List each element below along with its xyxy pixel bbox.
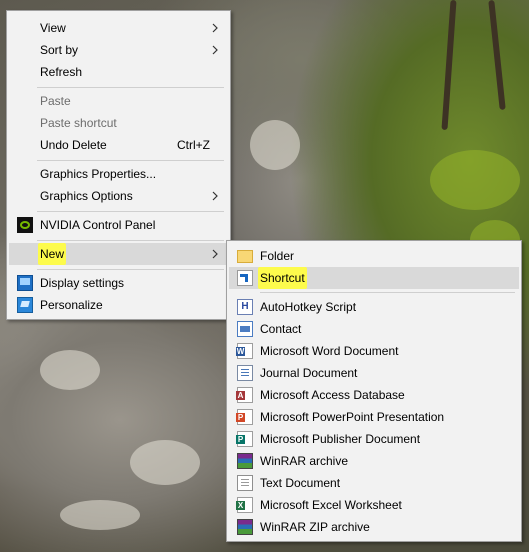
menu-item-label: Graphics Options (40, 189, 133, 203)
menu-item-label: NVIDIA Control Panel (40, 218, 156, 232)
winrar-icon (237, 453, 253, 469)
display-settings-icon (17, 275, 33, 291)
menu-item-undo-delete[interactable]: Undo Delete Ctrl+Z (9, 134, 228, 156)
menu-item-label: Folder (260, 249, 295, 263)
chevron-right-icon (212, 23, 218, 33)
winrar-zip-icon (237, 519, 253, 535)
menu-item-label: Shortcut (258, 267, 307, 289)
menu-item-label: WinRAR ZIP archive (260, 520, 370, 534)
chevron-right-icon (212, 191, 218, 201)
menu-item-label: WinRAR archive (260, 454, 349, 468)
menu-item-personalize[interactable]: Personalize (9, 294, 228, 316)
submenu-item-journal-document[interactable]: Journal Document (229, 362, 519, 384)
menu-item-graphics-options[interactable]: Graphics Options (9, 185, 228, 207)
excel-icon: X (236, 497, 253, 513)
menu-item-label: AutoHotkey Script (260, 300, 357, 314)
autohotkey-icon: H (237, 299, 253, 315)
menu-separator (37, 211, 224, 212)
menu-item-label: Microsoft Publisher Document (260, 432, 421, 446)
nvidia-icon (17, 217, 33, 233)
menu-item-paste-shortcut: Paste shortcut (9, 112, 228, 134)
menu-item-label: Graphics Properties... (40, 167, 157, 181)
contact-icon (237, 321, 253, 337)
menu-separator (37, 240, 224, 241)
menu-item-label: Personalize (40, 298, 103, 312)
tree-trunk (441, 0, 457, 131)
moss-patch (430, 150, 520, 210)
submenu-item-autohotkey-script[interactable]: H AutoHotkey Script (229, 296, 519, 318)
menu-item-label: Microsoft Excel Worksheet (260, 498, 402, 512)
access-icon: A (236, 387, 253, 403)
submenu-item-winrar-zip-archive[interactable]: WinRAR ZIP archive (229, 516, 519, 538)
menu-separator (37, 269, 224, 270)
rock-highlight (250, 120, 300, 170)
menu-item-graphics-properties[interactable]: Graphics Properties... (9, 163, 228, 185)
folder-icon (237, 250, 253, 263)
menu-item-label: Microsoft PowerPoint Presentation (260, 410, 445, 424)
menu-item-display-settings[interactable]: Display settings (9, 272, 228, 294)
submenu-item-excel-worksheet[interactable]: X Microsoft Excel Worksheet (229, 494, 519, 516)
personalize-icon (17, 297, 33, 313)
submenu-item-word-document[interactable]: W Microsoft Word Document (229, 340, 519, 362)
journal-icon (237, 365, 253, 381)
submenu-item-text-document[interactable]: Text Document (229, 472, 519, 494)
menu-item-label: Paste shortcut (40, 116, 117, 130)
rock-highlight (60, 500, 140, 530)
menu-item-label: Microsoft Word Document (260, 344, 399, 358)
menu-item-label: Contact (260, 322, 302, 336)
submenu-item-publisher-document[interactable]: P Microsoft Publisher Document (229, 428, 519, 450)
rock-highlight (130, 440, 200, 485)
menu-item-label: View (40, 21, 66, 35)
menu-item-label: Display settings (40, 276, 125, 290)
submenu-item-powerpoint-presentation[interactable]: P Microsoft PowerPoint Presentation (229, 406, 519, 428)
shortcut-icon (237, 270, 253, 286)
menu-item-sort-by[interactable]: Sort by (9, 39, 228, 61)
rock-highlight (40, 350, 100, 390)
menu-item-label: Sort by (40, 43, 79, 57)
submenu-item-access-database[interactable]: A Microsoft Access Database (229, 384, 519, 406)
menu-item-label: Paste (40, 94, 71, 108)
word-icon: W (236, 343, 253, 359)
menu-item-label: Microsoft Access Database (260, 388, 405, 402)
chevron-right-icon (212, 45, 218, 55)
desktop-context-menu: View Sort by Refresh Paste Paste shortcu… (6, 10, 231, 320)
menu-item-refresh[interactable]: Refresh (9, 61, 228, 83)
menu-item-label: Undo Delete (40, 138, 107, 152)
tree-trunk (488, 0, 506, 111)
powerpoint-icon: P (236, 409, 253, 425)
menu-item-label: Refresh (40, 65, 83, 79)
menu-item-view[interactable]: View (9, 17, 228, 39)
menu-item-label: Text Document (260, 476, 341, 490)
new-submenu: Folder Shortcut H AutoHotkey Script Cont… (226, 240, 522, 542)
menu-item-label: New (38, 243, 67, 265)
submenu-item-contact[interactable]: Contact (229, 318, 519, 340)
publisher-icon: P (236, 431, 253, 447)
menu-item-nvidia-control-panel[interactable]: NVIDIA Control Panel (9, 214, 228, 236)
menu-separator (37, 160, 224, 161)
chevron-right-icon (212, 249, 218, 259)
menu-separator (37, 87, 224, 88)
menu-item-new[interactable]: New (9, 243, 228, 265)
text-document-icon (237, 475, 253, 491)
submenu-item-winrar-archive[interactable]: WinRAR archive (229, 450, 519, 472)
menu-item-label: Journal Document (260, 366, 358, 380)
menu-separator (260, 292, 515, 293)
menu-item-paste: Paste (9, 90, 228, 112)
keyboard-shortcut-label: Ctrl+Z (177, 138, 210, 152)
submenu-item-shortcut[interactable]: Shortcut (229, 267, 519, 289)
submenu-item-folder[interactable]: Folder (229, 245, 519, 267)
